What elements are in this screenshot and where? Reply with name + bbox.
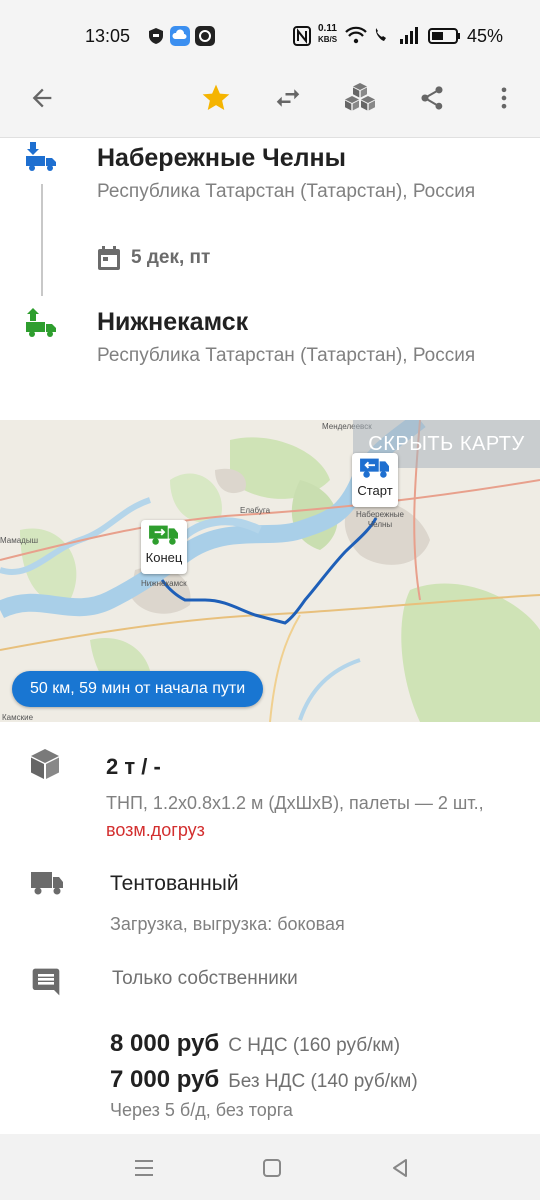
share-icon — [421, 86, 443, 110]
net-speed-value: 0.11 — [318, 23, 337, 34]
swap-route-button[interactable] — [266, 76, 310, 120]
star-icon — [202, 84, 230, 110]
end-marker[interactable]: Конец — [141, 520, 187, 574]
recents-button[interactable] — [130, 1154, 158, 1182]
route-distance-badge: 50 км, 59 мин от начала пути — [12, 671, 264, 707]
back-nav-button[interactable] — [386, 1154, 414, 1182]
arrow-back-icon — [32, 88, 52, 108]
cargo-description: ТНП, 1.2x0.8x1.2 м (ДхШхВ), палеты — 2 ш… — [106, 790, 526, 844]
map-label-elabuga: Елабуга — [240, 506, 271, 515]
boxes-icon — [345, 83, 375, 111]
start-marker-label: Старт — [357, 483, 393, 498]
truck-body-type: Тентованный — [110, 872, 239, 895]
map-label-nizhnekamsk: Нижнекамск — [141, 579, 187, 588]
price-with-vat: 8 000 руб С НДС (160 руб/км) — [110, 1030, 400, 1058]
cargo-boxes-button[interactable] — [338, 76, 382, 120]
menu-lines-icon — [135, 1160, 153, 1176]
route-connector-line — [41, 184, 43, 296]
route-section: Набережные Челны Республика Татарстан (Т… — [0, 138, 540, 420]
route-map[interactable]: Менделеевск Елабуга Набережные Челны Ниж… — [0, 420, 540, 722]
back-triangle-icon — [393, 1159, 407, 1177]
map-label-mamadysh: Мамадыш — [0, 536, 38, 545]
partial-load-note: возм.догруз — [106, 820, 205, 840]
destination-region: Республика Татарстан (Татарстан), Россия — [97, 345, 476, 366]
status-time: 13:05 — [85, 26, 131, 46]
swap-icon — [276, 89, 300, 107]
more-options-button[interactable] — [482, 76, 526, 120]
home-square-icon — [263, 1159, 281, 1177]
battery-percent: 45% — [467, 26, 504, 46]
price-without-vat: 7 000 руб Без НДС (140 руб/км) — [110, 1066, 418, 1094]
owners-only-note: Только собственники — [112, 968, 298, 989]
loading-truck-icon — [25, 142, 59, 172]
comment-icon — [30, 966, 64, 1000]
share-button[interactable] — [410, 76, 454, 120]
cargo-description-text: ТНП, 1.2x0.8x1.2 м (ДхШхВ), палеты — 2 ш… — [106, 793, 484, 813]
start-truck-icon — [360, 458, 389, 478]
load-date-row: 5 дек, пт — [97, 242, 210, 274]
home-button[interactable] — [258, 1154, 286, 1182]
messenger-app-icon — [195, 26, 215, 46]
origin-region: Республика Татарстан (Татарстан), Россия — [97, 181, 476, 202]
end-marker-label: Конец — [145, 550, 183, 565]
map-label-kamskie: Камские — [2, 713, 34, 722]
unloading-truck-icon — [25, 308, 59, 338]
net-speed-unit: KB/S — [318, 35, 338, 44]
shield-notification-icon — [146, 26, 166, 46]
cargo-details: 2 т / - ТНП, 1.2x0.8x1.2 м (ДхШхВ), пале… — [0, 722, 540, 1134]
start-marker[interactable]: Старт — [352, 453, 398, 507]
price-without-vat-note: Без НДС (140 руб/км) — [228, 1071, 418, 1092]
cloud-app-icon — [170, 26, 190, 46]
system-nav-bar — [0, 1134, 540, 1200]
back-button[interactable] — [20, 76, 64, 120]
origin-city: Набережные Челны — [97, 144, 346, 172]
toolbar — [0, 56, 540, 138]
calendar-icon — [98, 246, 120, 270]
payment-terms: Через 5 б/д, без торга — [110, 1100, 293, 1120]
price-without-vat-amount: 7 000 руб — [110, 1066, 220, 1093]
loading-type: Загрузка, выгрузка: боковая — [110, 914, 345, 934]
status-bar: 13:05 0.11 KB/S 45% — [0, 0, 540, 56]
price-with-vat-amount: 8 000 руб — [110, 1030, 220, 1057]
price-with-vat-note: С НДС (160 руб/км) — [228, 1035, 401, 1056]
more-vert-icon — [501, 87, 507, 109]
map-label-chelny: Набережные Челны — [356, 510, 404, 529]
cargo-weight: 2 т / - — [106, 754, 161, 779]
destination-city: Нижнекамск — [97, 308, 249, 336]
cargo-box-icon — [30, 748, 64, 782]
favorite-button[interactable] — [194, 76, 238, 120]
end-truck-icon — [149, 525, 178, 545]
load-date: 5 дек, пт — [131, 247, 211, 268]
truck-icon — [30, 870, 64, 904]
